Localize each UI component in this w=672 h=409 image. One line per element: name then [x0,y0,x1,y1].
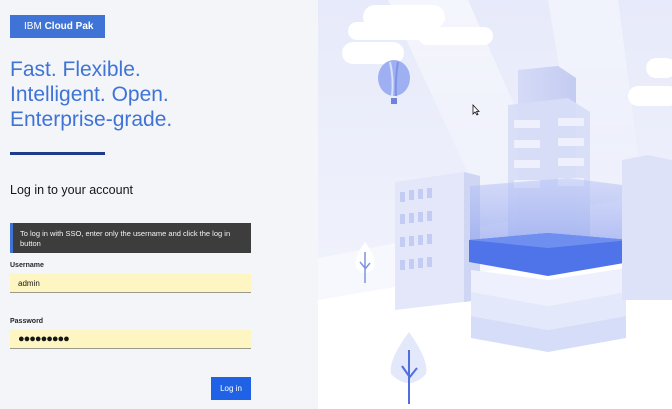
password-label: Password [10,318,44,325]
login-button[interactable]: Log in [211,377,251,400]
username-field[interactable] [10,274,251,293]
sso-notice: To log in with SSO, enter only the usern… [10,223,251,253]
brand-logo: IBM Cloud Pak [10,15,105,38]
username-label: Username [10,262,44,269]
divider [10,152,105,155]
brand-prefix: IBM [24,21,42,32]
hero-illustration [318,0,672,409]
mouse-pointer-icon [472,104,480,116]
page-title: Log in to your account [10,183,133,197]
tagline: Fast. Flexible. Intelligent. Open. Enter… [10,57,310,132]
tagline-line-2: Intelligent. Open. [10,83,169,106]
office-building-illustration [395,172,480,310]
tagline-line-1: Fast. Flexible. [10,58,141,81]
tagline-line-3: Enterprise-grade. [10,108,173,131]
login-panel: IBM Cloud Pak Fast. Flexible. Intelligen… [0,0,318,409]
side-building-illustration [622,155,672,300]
password-field[interactable] [10,330,251,349]
city-illustration [318,0,672,409]
brand-product: Cloud Pak [44,21,94,32]
